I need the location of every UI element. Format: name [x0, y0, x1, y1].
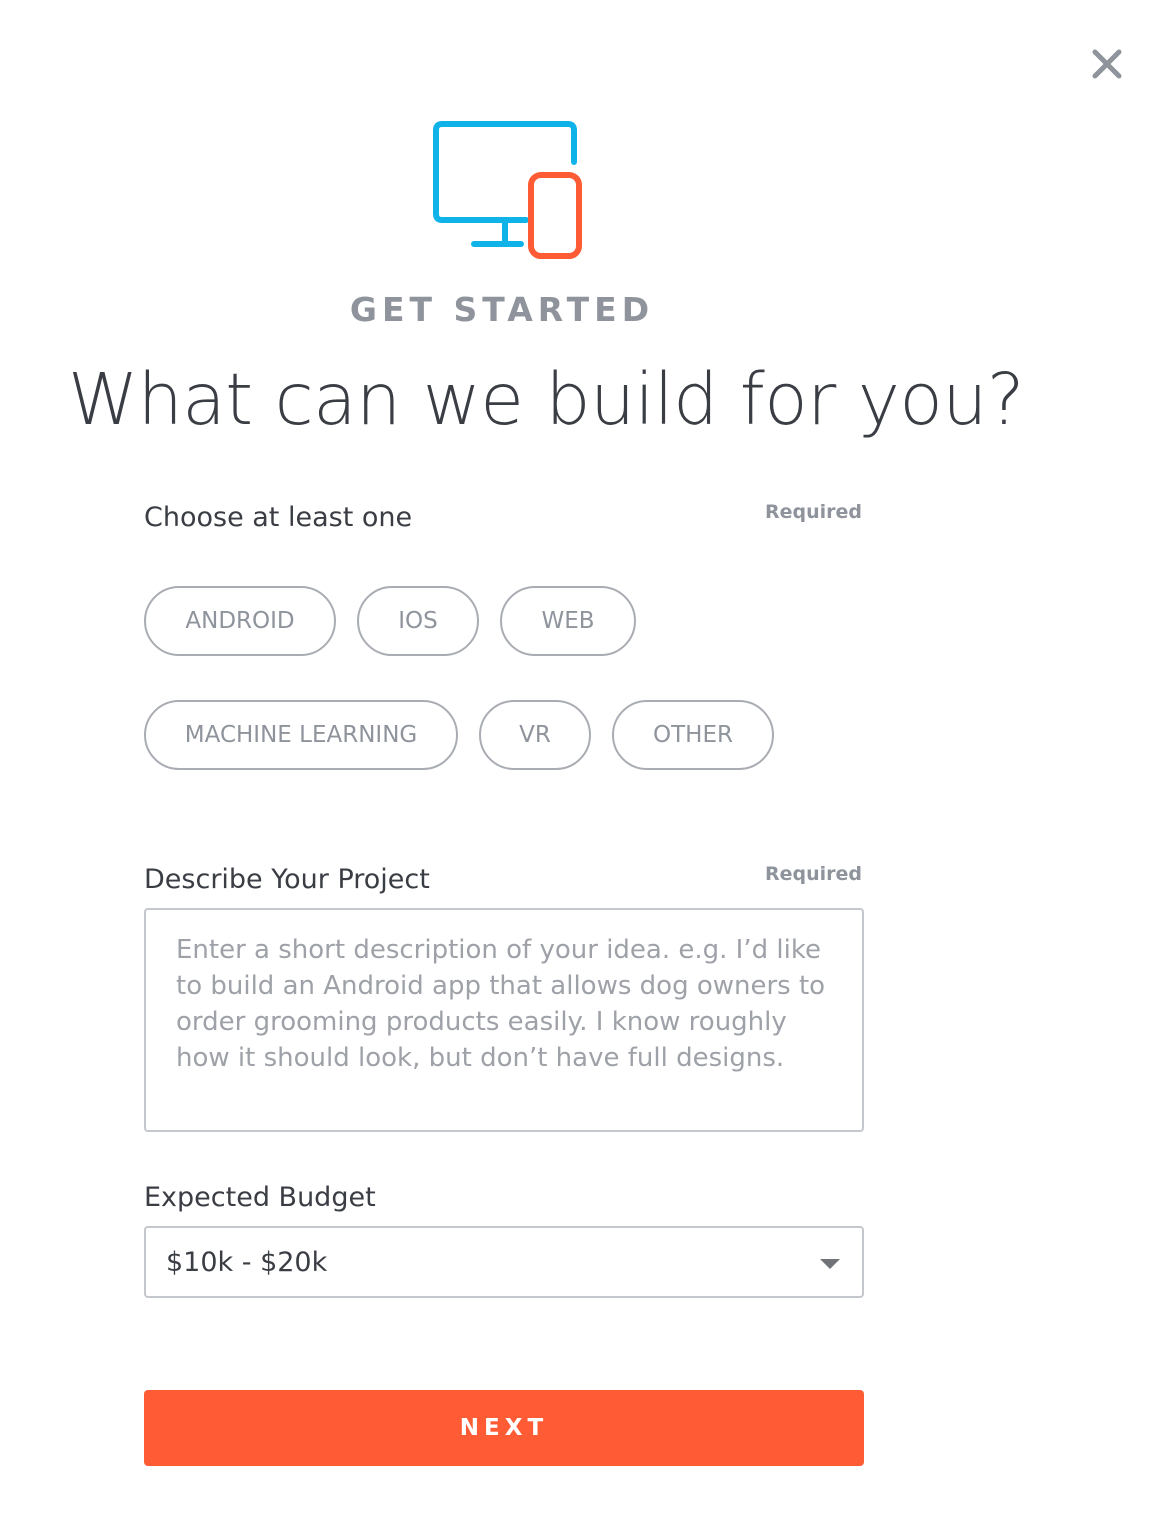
project-required-label: Required	[764, 863, 862, 885]
budget-label: Expected Budget	[144, 1182, 376, 1213]
page-title: What can we build for you?	[68, 358, 1025, 441]
chip-machine-learning[interactable]: MACHINE LEARNING	[144, 700, 458, 770]
next-button[interactable]: NEXT	[144, 1390, 864, 1466]
platforms-required-label: Required	[764, 501, 862, 523]
platform-chip-row-1: ANDROID IOS WEB	[144, 586, 636, 656]
close-button[interactable]	[1086, 43, 1128, 85]
project-description-input[interactable]: Enter a short description of your idea. …	[144, 908, 864, 1132]
project-label: Describe Your Project	[144, 864, 430, 895]
budget-select[interactable]: $10k - $20k	[144, 1226, 864, 1298]
chip-other[interactable]: OTHER	[612, 700, 774, 770]
close-icon	[1092, 49, 1122, 79]
budget-selected-value: $10k - $20k	[166, 1246, 328, 1278]
chip-vr[interactable]: VR	[479, 700, 591, 770]
chip-android[interactable]: ANDROID	[144, 586, 336, 656]
chevron-down-icon	[820, 1259, 840, 1269]
chip-web[interactable]: WEB	[500, 586, 636, 656]
chip-ios[interactable]: IOS	[357, 586, 479, 656]
eyebrow-title: GET STARTED	[349, 290, 655, 329]
platforms-label: Choose at least one	[144, 502, 413, 533]
desktop-and-phone-icon	[433, 121, 582, 259]
platform-chip-row-2: MACHINE LEARNING VR OTHER	[144, 700, 774, 770]
